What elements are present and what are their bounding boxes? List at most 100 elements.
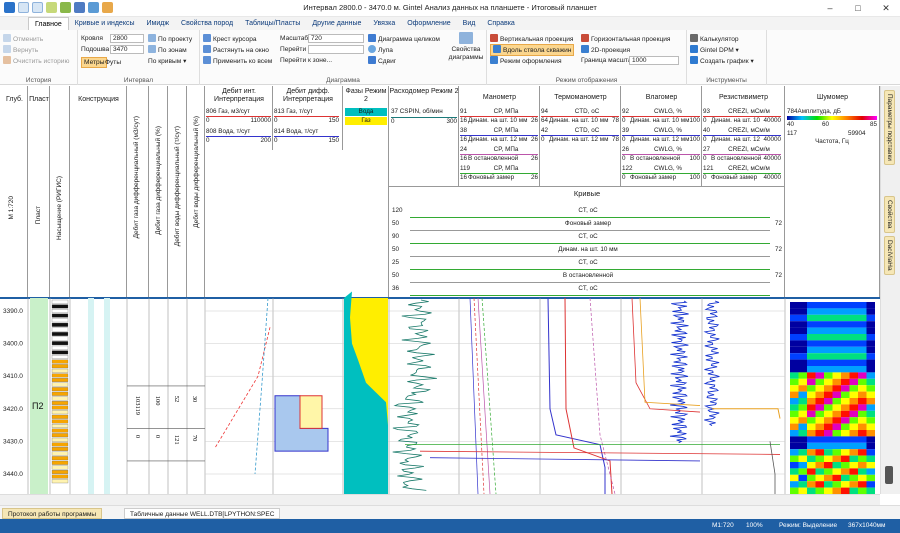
by-project-button[interactable]: По проекту — [148, 34, 192, 44]
noise-heatmap-cell — [824, 308, 833, 315]
clear-history-button[interactable]: Очистить историю — [3, 56, 69, 66]
noise-heatmap-cell — [798, 378, 807, 386]
noise-heatmap-cell — [807, 455, 816, 462]
noise-heatmap-cell — [866, 442, 875, 450]
noise-heatmap-cell — [841, 481, 850, 488]
diagram-caption: Диаграмма — [326, 77, 360, 84]
depth-tick-label: 3400.0 — [3, 341, 23, 348]
well-panel[interactable]: Глуб. M 1:720 Пласт Пласт Насыщение (РИГ… — [0, 86, 880, 494]
saturation-layer — [51, 465, 69, 470]
vertical-scrollbar-thumb[interactable] — [885, 466, 893, 484]
noise-heatmap-cell — [858, 417, 867, 424]
redo-button[interactable]: Вернуть — [3, 45, 38, 55]
diagram-props-button[interactable]: Свойства диаграммы — [448, 32, 484, 66]
noise-heatmap-cell — [832, 449, 841, 456]
apply-all-button[interactable]: Применить ко всем — [203, 56, 272, 66]
noise-heatmap-cell — [858, 474, 867, 482]
noise-heatmap-cell — [866, 430, 875, 437]
noise-heatmap-cell — [849, 391, 858, 398]
noise-heatmap-cell — [790, 340, 799, 347]
depth-tick-label: 3430.0 — [3, 438, 23, 445]
noise-heatmap-cell — [849, 359, 858, 366]
noise-heatmap-cell — [841, 385, 850, 392]
tab-help[interactable]: Справка — [481, 17, 520, 30]
noise-heatmap-cell — [807, 302, 816, 309]
tab-rock-props[interactable]: Свойства пород — [175, 17, 239, 30]
tab-program-log[interactable]: Протокол работы программы — [2, 508, 103, 519]
noise-heatmap-cell — [824, 372, 833, 379]
undo-button[interactable]: Отменить — [3, 34, 43, 44]
noise-heatmap-cell — [790, 462, 799, 469]
tab-format[interactable]: Оформление — [401, 17, 456, 30]
move-icon — [368, 56, 376, 64]
tab-properties[interactable]: Свойства — [884, 196, 895, 233]
noise-heatmap-cell — [790, 442, 799, 450]
saturation-layer — [51, 474, 69, 479]
saturation-layer — [51, 451, 69, 456]
noise-heatmap-cell — [841, 372, 850, 379]
vertical-projection-button[interactable]: Вертикальная проекция — [490, 34, 573, 44]
tab-table-data[interactable]: Табличные данные WELL.DTB[LPYTHON:SPEC — [124, 508, 281, 519]
tab-other-data[interactable]: Другие данные — [306, 17, 367, 30]
noise-heatmap-cell — [832, 410, 841, 418]
bottom-input[interactable]: 3470 — [110, 45, 144, 54]
by-zone-button[interactable]: По зонам — [148, 45, 187, 55]
dpm-button[interactable]: Gintel DPM ▾ — [690, 45, 739, 55]
tab-tie[interactable]: Увязка — [367, 17, 401, 30]
interval-value-r2d: 70 — [191, 435, 198, 442]
format-mode-button[interactable]: Режим оформления — [490, 56, 562, 66]
noise-heatmap-cell — [841, 462, 850, 469]
tab-stand-params[interactable]: Параметры подставки — [884, 90, 895, 165]
along-well-button[interactable]: Вдоль ствола скважин — [490, 44, 575, 56]
noise-heatmap-cell — [807, 321, 816, 328]
goto-input-1[interactable] — [308, 45, 364, 54]
noise-heatmap-cell — [824, 327, 833, 334]
noise-heatmap-cell — [798, 385, 807, 392]
noise-heatmap-cell — [815, 314, 824, 322]
horizontal-scrollbar[interactable] — [0, 494, 880, 505]
scale-input[interactable]: 720 — [308, 34, 364, 43]
close-icon[interactable]: ✕ — [872, 0, 900, 16]
create-chart-button[interactable]: Создать график ▾ — [690, 56, 754, 66]
scale-bound-input[interactable]: 1000 — [629, 56, 679, 65]
meters-toggle[interactable]: Метры — [81, 57, 108, 68]
noise-heatmap-cell — [815, 474, 824, 482]
noise-heatmap-cell — [798, 442, 807, 450]
stretch-button[interactable]: Растянуть на окно — [203, 45, 269, 55]
noise-heatmap-cell — [858, 410, 867, 418]
interval-caption: Интервал — [123, 77, 154, 84]
goto-zone-button[interactable]: Перейти к зоне... — [280, 56, 332, 65]
tab-image[interactable]: Имидж — [141, 17, 176, 30]
saturation-layer — [51, 414, 69, 419]
calculator-button[interactable]: Калькулятор — [690, 34, 739, 44]
diagram-group: Крест курсора Растянуть на окно Применит… — [200, 30, 487, 85]
magnifier-button[interactable]: Лупа — [368, 45, 393, 55]
goto-label-1: Перейти — [280, 46, 307, 53]
tab-tables[interactable]: Таблицы/Пласты — [239, 17, 306, 30]
noise-heatmap-cell — [807, 346, 816, 354]
noise-heatmap-cell — [815, 417, 824, 424]
noise-heatmap-cell — [790, 410, 799, 418]
proj-2d-button[interactable]: 2D-проекция — [581, 45, 630, 55]
top-input[interactable]: 2800 — [110, 34, 144, 43]
shift-button[interactable]: Сдвиг — [368, 56, 396, 66]
cursor-cross-button[interactable]: Крест курсора — [203, 34, 257, 44]
tab-extra[interactable]: DaciViaHa — [884, 236, 895, 275]
tab-curves[interactable]: Кривые и индексы — [69, 17, 141, 30]
title-bar: Интервал 2800.0 - 3470.0 м. Gintel Анали… — [0, 0, 900, 17]
noise-heatmap-cell — [858, 308, 867, 315]
whole-diagram-button[interactable]: Диаграмма целиком — [368, 34, 440, 44]
noise-heatmap-cell — [866, 308, 875, 315]
minimize-icon[interactable]: – — [816, 0, 844, 16]
noise-heatmap-cell — [832, 346, 841, 354]
horizontal-projection-button[interactable]: Горизонтальная проекция — [581, 34, 671, 44]
tab-main[interactable]: Главное — [28, 17, 69, 30]
noise-heatmap-cell — [790, 353, 799, 360]
maximize-icon[interactable]: □ — [844, 0, 872, 16]
feet-toggle[interactable]: Футы — [105, 58, 121, 67]
tab-view[interactable]: Вид — [457, 17, 482, 30]
noise-heatmap-cell — [866, 462, 875, 469]
by-curves-button[interactable]: По кривым ▾ — [148, 57, 186, 66]
noise-heatmap-cell — [807, 423, 816, 430]
saturation-layer — [51, 345, 69, 350]
